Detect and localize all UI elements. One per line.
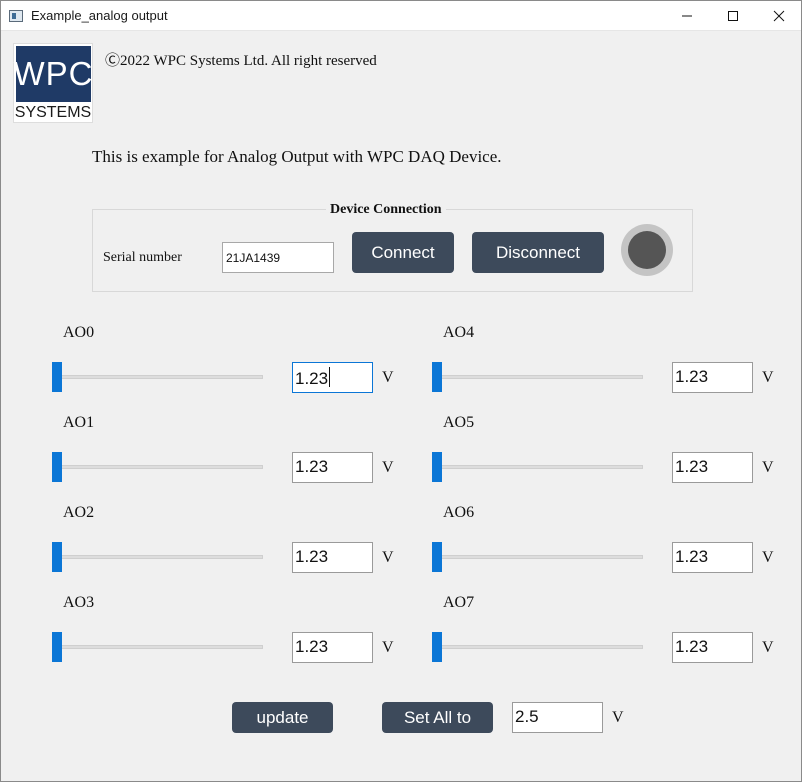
ao3-slider-thumb[interactable] [52, 632, 62, 662]
ao3-value-input[interactable]: 1.23 [292, 632, 373, 663]
company-logo: WPC SYSTEMS [13, 43, 93, 123]
device-connection-group: Device Connection Serial number 21JA1439… [92, 202, 693, 292]
intro-text: This is example for Analog Output with W… [92, 147, 502, 166]
ao5-unit: V [762, 459, 774, 476]
ao5-value-input[interactable]: 1.23 [672, 452, 753, 483]
serial-number-label: Serial number [103, 250, 182, 265]
update-button[interactable]: update [232, 702, 333, 733]
minimize-icon [682, 15, 692, 17]
ao7-value-input[interactable]: 1.23 [672, 632, 753, 663]
ao4-unit: V [762, 369, 774, 386]
set-all-button[interactable]: Set All to [382, 702, 493, 733]
app-window: Example_analog output WPC SYSTEMS Ⓒ2022 … [0, 0, 802, 782]
ao4-slider-thumb[interactable] [432, 362, 442, 392]
status-led-indicator [628, 231, 666, 269]
ao1-label: AO1 [63, 414, 95, 431]
maximize-icon [728, 11, 738, 21]
ao7-slider-thumb[interactable] [432, 632, 442, 662]
copyright-text: Ⓒ2022 WPC Systems Ltd. All right reserve… [105, 53, 377, 69]
connect-button[interactable]: Connect [352, 232, 454, 273]
ao2-value-input[interactable]: 1.23 [292, 542, 373, 573]
serial-number-input[interactable]: 21JA1439 [222, 242, 334, 273]
logo-subtext: SYSTEMS [14, 104, 92, 121]
ao5-slider-track[interactable] [432, 465, 643, 469]
set-all-value-input[interactable]: 2.5 [512, 702, 603, 733]
ao0-value-input[interactable]: 1.23 [292, 362, 373, 393]
minimize-button[interactable] [664, 1, 710, 31]
ao6-slider-track[interactable] [432, 555, 643, 559]
ao6-slider-thumb[interactable] [432, 542, 442, 572]
set-all-unit: V [612, 709, 624, 726]
ao6-value-input[interactable]: 1.23 [672, 542, 753, 573]
text-caret [329, 367, 331, 387]
ao1-slider-track[interactable] [52, 465, 263, 469]
ao5-label: AO5 [443, 414, 475, 431]
ao5-slider-thumb[interactable] [432, 452, 442, 482]
close-button[interactable] [756, 1, 802, 31]
ao2-slider-thumb[interactable] [52, 542, 62, 572]
ao3-label: AO3 [63, 594, 95, 611]
maximize-button[interactable] [710, 1, 756, 31]
disconnect-button[interactable]: Disconnect [472, 232, 604, 273]
ao1-value-input[interactable]: 1.23 [292, 452, 373, 483]
ao0-value-text: 1.23 [295, 369, 329, 388]
ao2-label: AO2 [63, 504, 95, 521]
ao2-unit: V [382, 549, 394, 566]
ao6-label: AO6 [443, 504, 475, 521]
close-icon [773, 10, 785, 22]
ao4-slider-track[interactable] [432, 375, 643, 379]
ao4-label: AO4 [443, 324, 475, 341]
connection-status-led [621, 224, 673, 276]
ao2-slider-track[interactable] [52, 555, 263, 559]
ao0-slider-thumb[interactable] [52, 362, 62, 392]
ao1-slider-thumb[interactable] [52, 452, 62, 482]
ao0-unit: V [382, 369, 394, 386]
ao3-slider-track[interactable] [52, 645, 263, 649]
ao3-unit: V [382, 639, 394, 656]
app-icon [9, 10, 23, 22]
title-bar: Example_analog output [1, 1, 801, 31]
logo-wordmark: WPC [14, 46, 93, 102]
window-title: Example_analog output [31, 8, 168, 23]
ao6-unit: V [762, 549, 774, 566]
ao7-unit: V [762, 639, 774, 656]
ao0-label: AO0 [63, 324, 95, 341]
ao7-slider-track[interactable] [432, 645, 643, 649]
group-title: Device Connection [326, 202, 446, 218]
ao0-slider-track[interactable] [52, 375, 263, 379]
ao7-label: AO7 [443, 594, 475, 611]
ao1-unit: V [382, 459, 394, 476]
ao4-value-input[interactable]: 1.23 [672, 362, 753, 393]
